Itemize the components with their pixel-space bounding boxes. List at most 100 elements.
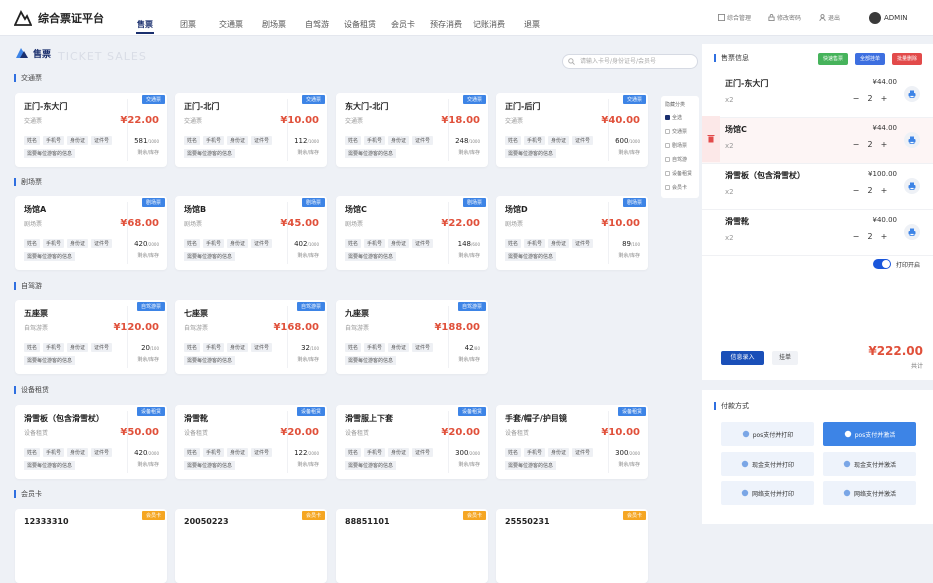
ticket-card[interactable]: 正门-北门 交通票 交通票 ¥10.00 姓名 手机号 身份证 证件号 需要每位游客的信息 112…: [175, 93, 327, 167]
hold-button[interactable]: 挂单: [772, 351, 798, 365]
nav-account[interactable]: 记账消费: [470, 0, 508, 36]
ticket-card[interactable]: 七座票 自驾游票 自驾游票 ¥168.00 姓名 手机号 身份证 证件号 需要每位游客的信息 32…: [175, 300, 327, 374]
filter-checkbox[interactable]: [665, 185, 670, 190]
order-item[interactable]: 正门-东大门 x2 ¥44.00 −2 +: [702, 72, 933, 118]
ticket-type-tag: 剧场票: [141, 198, 165, 207]
filter-option[interactable]: 隐藏分类: [665, 101, 685, 108]
decrement-button[interactable]: −: [851, 140, 861, 149]
filter-option[interactable]: 会员卡: [665, 184, 687, 191]
nav-traffic[interactable]: 交通票: [212, 0, 250, 36]
quantity-value: 2: [867, 232, 873, 241]
card-divider: [287, 99, 288, 161]
print-button[interactable]: [904, 178, 920, 194]
payment-option-button[interactable]: 网络支付并激活: [823, 481, 916, 505]
filter-option[interactable]: 设备租赁: [665, 170, 692, 177]
quantity-stepper[interactable]: −2 +: [851, 232, 889, 241]
quick-sell-button[interactable]: 快速售票: [818, 53, 849, 65]
avatar[interactable]: [869, 12, 881, 24]
quantity-stepper[interactable]: −2 +: [851, 94, 889, 103]
nav-group[interactable]: 团票: [169, 0, 207, 36]
delete-strip[interactable]: [702, 116, 720, 162]
ticket-card[interactable]: 场馆A 剧场票 剧场票 ¥68.00 姓名 手机号 身份证 证件号 需要每位游客的信息 420/2…: [15, 196, 167, 270]
password-link[interactable]: 修改密码: [768, 13, 801, 22]
nav-sell[interactable]: 售票: [126, 0, 164, 36]
info-entry-button[interactable]: 信息录入: [721, 351, 764, 365]
payment-option-button[interactable]: pos支付并激活: [823, 422, 916, 446]
ticket-card[interactable]: 滑雪靴 设备租赁 设备租赁 ¥20.00 姓名 手机号 身份证 证件号 需要每位游客的信息 122…: [175, 405, 327, 479]
stock-remaining: 300: [615, 449, 629, 457]
print-button[interactable]: [904, 224, 920, 240]
print-toggle[interactable]: [873, 259, 891, 269]
ticket-name: 正门-东大门: [24, 102, 68, 111]
increment-button[interactable]: +: [879, 232, 889, 241]
print-button[interactable]: [904, 86, 920, 102]
top-bar: 综合票证平台 售票 团票 交通票 剧场票 自驾游 设备租赁 会员卡 预存消费 记…: [0, 0, 933, 36]
ticket-card[interactable]: 手套/帽子/护目镜 设备租赁 设备租赁 ¥10.00 姓名 手机号 身份证 证件号 需要每位游客…: [496, 405, 648, 479]
payment-option-button[interactable]: pos支付并打印: [721, 422, 814, 446]
ticket-card[interactable]: 正门-后门 交通票 交通票 ¥40.00 姓名 手机号 身份证 证件号 需要每位游客的信息 600…: [496, 93, 648, 167]
filter-checkbox[interactable]: [665, 171, 670, 176]
filter-checkbox[interactable]: [665, 115, 670, 120]
printer-icon: [908, 136, 916, 144]
trash-icon: [707, 135, 715, 143]
nav-member[interactable]: 会员卡: [384, 0, 422, 36]
ticket-card[interactable]: 12333310 会员卡: [15, 509, 167, 583]
batch-delete-button[interactable]: 批量删除: [892, 53, 923, 65]
filter-option[interactable]: 剧场票: [665, 142, 687, 149]
visitor-info-note: 需要每位游客的信息: [345, 252, 397, 261]
filter-option[interactable]: 自驾游: [665, 156, 687, 163]
filter-checkbox[interactable]: [665, 129, 670, 134]
filter-checkbox[interactable]: [665, 143, 670, 148]
quantity-stepper[interactable]: −2 +: [851, 140, 889, 149]
ticket-card[interactable]: 东大门-北门 交通票 交通票 ¥18.00 姓名 手机号 身份证 证件号 需要每位游客的信息 24…: [336, 93, 488, 167]
increment-button[interactable]: +: [879, 94, 889, 103]
order-item[interactable]: 滑雪靴 x2 ¥40.00 −2 +: [702, 210, 933, 256]
ticket-card[interactable]: 88851101 会员卡: [336, 509, 488, 583]
increment-button[interactable]: +: [879, 140, 889, 149]
order-item[interactable]: 场馆C x2 ¥44.00 −2 +: [702, 118, 933, 164]
payment-option-button[interactable]: 现金支付并打印: [721, 452, 814, 476]
print-button[interactable]: [904, 132, 920, 148]
decrement-button[interactable]: −: [851, 186, 861, 195]
decrement-button[interactable]: −: [851, 232, 861, 241]
increment-button[interactable]: +: [879, 186, 889, 195]
filter-option[interactable]: 交通票: [665, 128, 687, 135]
ops-link[interactable]: 综合管理: [718, 13, 751, 22]
section-title: 售票: [33, 50, 52, 60]
ticket-card[interactable]: 正门-东大门 交通票 交通票 ¥22.00 姓名 手机号 身份证 证件号 需要每位游客的信息 58…: [15, 93, 167, 167]
ticket-card[interactable]: 滑雪服上下套 设备租赁 设备租赁 ¥20.00 姓名 手机号 身份证 证件号 需要每位游客的信息…: [336, 405, 488, 479]
ticket-card[interactable]: 滑雪板（包含滑雪杖） 设备租赁 设备租赁 ¥50.00 姓名 手机号 身份证 证件号 需要每位游…: [15, 405, 167, 479]
decrement-button[interactable]: −: [851, 94, 861, 103]
stock-count: 248/1000: [455, 137, 480, 145]
logout-link[interactable]: 退出: [819, 13, 840, 22]
ticket-card[interactable]: 九座票 自驾游票 自驾游票 ¥188.00 姓名 手机号 身份证 证件号 需要每位游客的信息 42…: [336, 300, 488, 374]
order-item[interactable]: 滑雪板（包含滑雪杖） x2 ¥100.00−2 +: [702, 164, 933, 210]
quantity-stepper[interactable]: −2 +: [851, 186, 889, 195]
nav-rental[interactable]: 设备租赁: [341, 0, 379, 36]
ticket-card[interactable]: 场馆D 剧场票 剧场票 ¥10.00 姓名 手机号 身份证 证件号 需要每位游客的信息 89/10…: [496, 196, 648, 270]
ticket-name: 九座票: [345, 309, 369, 318]
nav-prepaid[interactable]: 预存消费: [427, 0, 465, 36]
stock-label: 剩余/库存: [458, 150, 480, 156]
stock-total: /100: [310, 346, 319, 351]
ticket-card[interactable]: 场馆C 剧场票 剧场票 ¥22.00 姓名 手机号 身份证 证件号 需要每位游客的信息 148/6…: [336, 196, 488, 270]
required-field-chip: 身份证: [67, 448, 89, 457]
ticket-card[interactable]: 25550231 会员卡: [496, 509, 648, 583]
search-input[interactable]: 请输入卡号/身份证号/会员号: [562, 54, 698, 69]
nav-selfdrive[interactable]: 自驾游: [298, 0, 336, 36]
ticket-card[interactable]: 场馆B 剧场票 剧场票 ¥45.00 姓名 手机号 身份证 证件号 需要每位游客的信息 402/1…: [175, 196, 327, 270]
filter-option[interactable]: 全选: [665, 114, 682, 121]
payment-option-button[interactable]: 现金支付并激活: [823, 452, 916, 476]
nav-refund[interactable]: 退票: [513, 0, 551, 36]
quantity-value: 2: [867, 94, 873, 103]
required-fields: 姓名 手机号 身份证 证件号: [24, 239, 113, 248]
stock-remaining: 32: [301, 344, 311, 352]
ticket-card[interactable]: 五座票 自驾游票 自驾游票 ¥120.00 姓名 手机号 身份证 证件号 需要每位游客的信息 20…: [15, 300, 167, 374]
ticket-card[interactable]: 20050223 会员卡: [175, 509, 327, 583]
filter-checkbox[interactable]: [665, 157, 670, 162]
hold-all-button[interactable]: 全部挂单: [855, 53, 886, 65]
stock-count: 122/2000: [294, 449, 319, 457]
nav-theater[interactable]: 剧场票: [255, 0, 293, 36]
required-field-chip: 身份证: [388, 343, 410, 352]
payment-option-button[interactable]: 网络支付并打印: [721, 481, 814, 505]
